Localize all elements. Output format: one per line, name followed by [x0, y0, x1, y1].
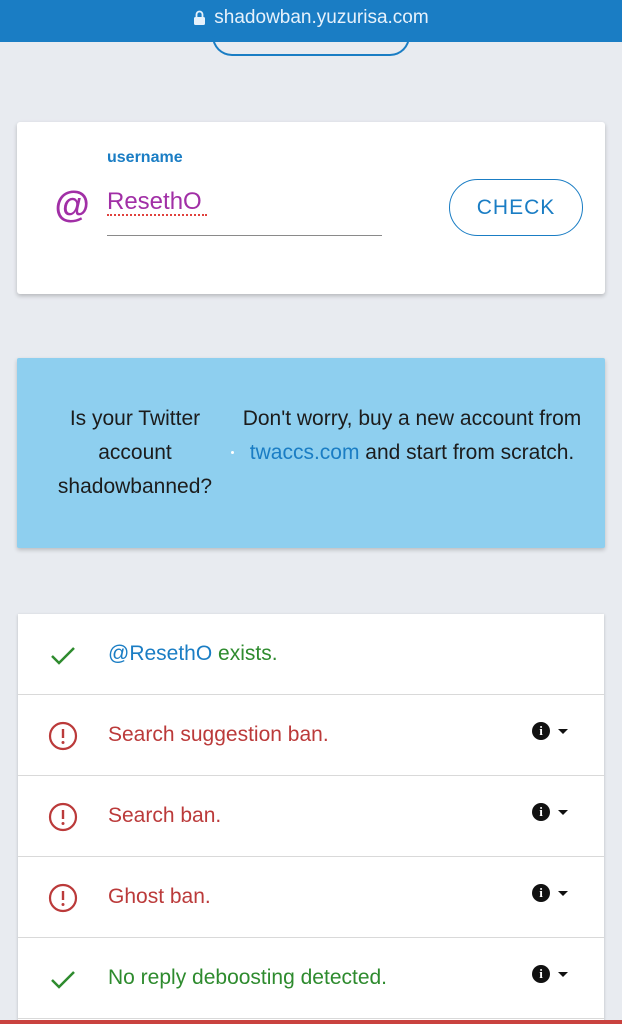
check-icon — [51, 647, 75, 665]
caret-down-icon — [558, 971, 568, 977]
ad-text-after: and start from scratch. — [359, 441, 575, 464]
info-dropdown[interactable]: i — [532, 803, 568, 821]
ad-left-text: Is your Twitter account shadowbanned? — [57, 407, 213, 498]
ad-divider-dot — [231, 451, 234, 454]
result-row-search-ban: Search ban. i — [18, 776, 604, 857]
caret-down-icon — [558, 890, 568, 896]
info-icon: i — [532, 884, 550, 902]
result-row-exists: @ResethO exists. — [18, 614, 604, 695]
check-icon — [51, 971, 75, 989]
result-text: Search suggestion ban. — [108, 723, 329, 746]
ad-banner[interactable]: Is your Twitter account shadowbanned? Do… — [17, 358, 605, 548]
result-row-reply-deboosting: No reply deboosting detected. i — [18, 938, 604, 1019]
result-row-ghost-ban: Ghost ban. i — [18, 857, 604, 938]
check-button[interactable]: CHECK — [449, 179, 583, 236]
bottom-edge-bar — [0, 1020, 622, 1024]
top-nav-button-partial[interactable] — [212, 22, 410, 56]
lock-icon — [194, 10, 206, 25]
username-label: username — [107, 149, 183, 166]
result-text: @ResethO exists. — [108, 642, 278, 665]
alert-circle-icon — [48, 721, 78, 751]
user-handle-link[interactable]: @ResethO — [108, 642, 212, 665]
spellcheck-underline — [107, 213, 207, 216]
ad-right-text: Don't worry, buy a new account from twac… — [242, 402, 582, 470]
at-sign-icon: @ — [54, 184, 90, 225]
result-row-search-suggestion-ban: Search suggestion ban. i — [18, 695, 604, 776]
ad-text-before: Don't worry, buy a new account from — [242, 407, 582, 430]
caret-down-icon — [558, 809, 568, 815]
search-card: @ username CHECK — [17, 122, 605, 294]
result-text: Ghost ban. — [108, 885, 211, 908]
info-icon: i — [532, 722, 550, 740]
info-icon: i — [532, 803, 550, 821]
ad-link[interactable]: twaccs.com — [250, 441, 360, 464]
info-dropdown[interactable]: i — [532, 884, 568, 902]
alert-circle-icon — [48, 883, 78, 913]
results-list: @ResethO exists. Search suggestion ban. … — [18, 614, 604, 1024]
info-icon: i — [532, 965, 550, 983]
info-dropdown[interactable]: i — [532, 722, 568, 740]
result-text: No reply deboosting detected. — [108, 966, 388, 989]
info-dropdown[interactable]: i — [532, 965, 568, 983]
alert-circle-icon — [48, 802, 78, 832]
result-text: Search ban. — [108, 804, 222, 827]
caret-down-icon — [558, 728, 568, 734]
username-input[interactable] — [107, 184, 382, 236]
